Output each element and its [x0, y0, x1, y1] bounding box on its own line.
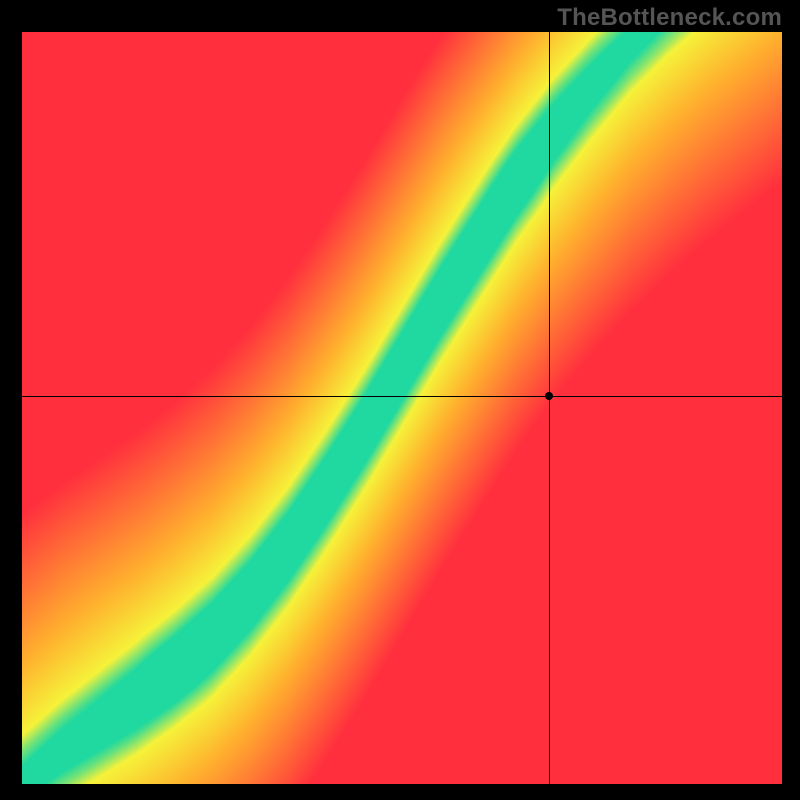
watermark-text: TheBottleneck.com — [557, 4, 782, 32]
crosshair-vertical — [549, 32, 550, 784]
crosshair-marker — [545, 392, 553, 400]
chart-frame: TheBottleneck.com — [0, 0, 800, 800]
plot-area — [22, 32, 782, 784]
heatmap-canvas — [22, 32, 782, 784]
crosshair-horizontal — [22, 396, 782, 397]
